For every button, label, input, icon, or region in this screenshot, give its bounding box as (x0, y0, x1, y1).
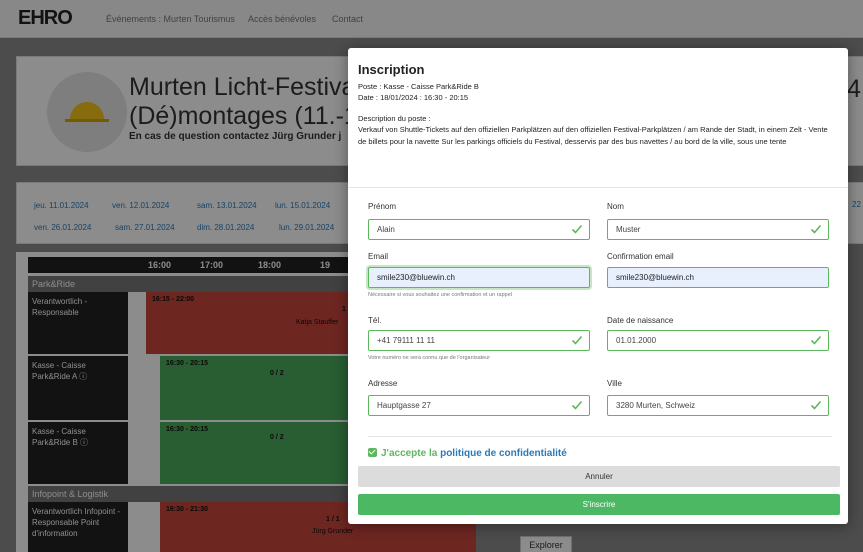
city-input[interactable]: 3280 Murten, Schweiz (607, 395, 829, 416)
privacy-consent[interactable]: J'accepte la politique de confidentialit… (368, 448, 567, 459)
check-icon (571, 400, 583, 410)
check-icon (810, 224, 822, 234)
check-icon (571, 224, 583, 234)
city-label: Ville (607, 379, 622, 388)
phone-help: Votre numéro ne sera connu que de l'orga… (368, 355, 491, 361)
first-name-input[interactable]: Alain (368, 219, 590, 240)
address-input[interactable]: Hauptgasse 27 (368, 395, 590, 416)
email-input[interactable]: smile230@bluewin.ch (368, 267, 590, 288)
birthdate-label: Date de naissance (607, 316, 674, 325)
email-confirm-label: Confirmation email (607, 252, 674, 261)
submit-button[interactable]: S'inscrire (358, 494, 840, 515)
shift-position: Poste : Kasse - Caisse Park&Ride B (358, 82, 479, 91)
checkbox-checked-icon[interactable] (368, 448, 377, 457)
cancel-button[interactable]: Annuler (358, 466, 840, 487)
registration-modal: Inscription Poste : Kasse - Caisse Park&… (348, 48, 848, 524)
address-label: Adresse (368, 379, 398, 388)
privacy-policy-link[interactable]: politique de confidentialité (440, 448, 567, 459)
email-label: Email (368, 252, 389, 261)
modal-title: Inscription (358, 62, 425, 77)
check-icon (810, 400, 822, 410)
email-confirm-input[interactable]: smile230@bluewin.ch (607, 267, 829, 288)
shift-description: Verkauf von Shuttle-Tickets auf den offi… (358, 125, 828, 146)
last-name-label: Nom (607, 202, 624, 211)
birthdate-input[interactable]: 01.01.2000 (607, 330, 829, 351)
check-icon (810, 335, 822, 345)
description-label: Description du poste : (358, 114, 431, 123)
email-help: Nécessaire si vous souhaitez une confirm… (368, 292, 512, 298)
phone-label: Tél. (368, 316, 382, 325)
first-name-label: Prénom (368, 202, 397, 211)
divider (368, 436, 832, 437)
modal-header: Inscription Poste : Kasse - Caisse Park&… (348, 48, 848, 188)
shift-date: Date : 18/01/2024 : 16:30 - 20:15 (358, 93, 469, 102)
last-name-input[interactable]: Muster (607, 219, 829, 240)
phone-input[interactable]: +41 79111 11 11 (368, 330, 590, 351)
check-icon (571, 335, 583, 345)
